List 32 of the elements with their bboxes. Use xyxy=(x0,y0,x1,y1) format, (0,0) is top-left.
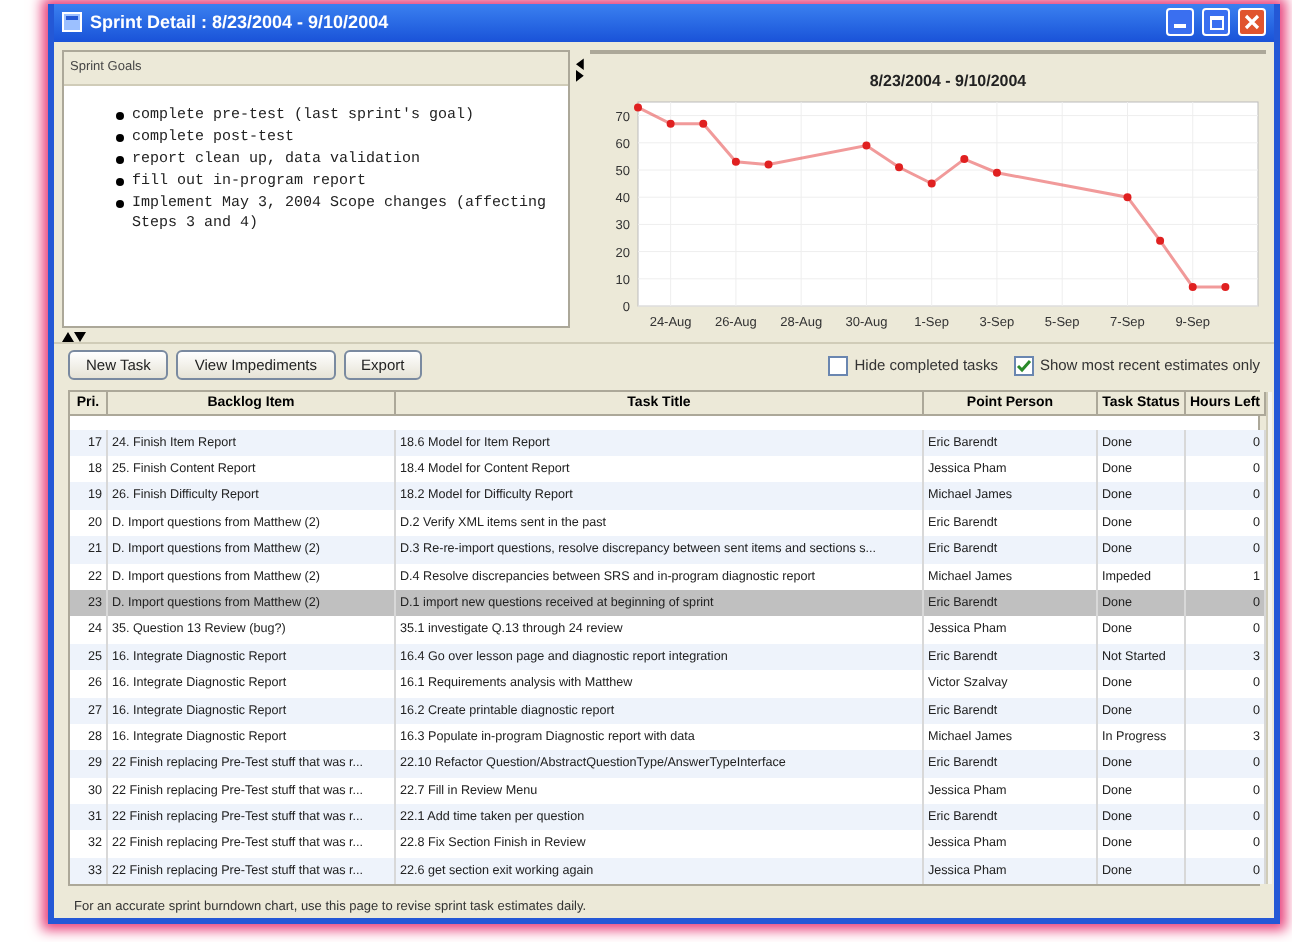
checkmark-icon xyxy=(1015,357,1032,374)
chart-title: 8/23/2004 - 9/10/2004 xyxy=(869,71,1027,90)
close-button[interactable] xyxy=(1238,8,1266,37)
bullet-icon xyxy=(116,155,124,163)
splitter-arrows-icon xyxy=(62,332,86,343)
data-point xyxy=(1221,282,1230,291)
data-point xyxy=(960,154,969,163)
data-point xyxy=(1123,192,1132,201)
maximize-button[interactable] xyxy=(1202,8,1230,37)
checkbox[interactable] xyxy=(828,355,849,376)
window-title: Sprint Detail : 8/23/2004 - 9/10/2004 xyxy=(90,9,391,36)
bullet-icon xyxy=(116,111,124,119)
splitter-arrows-icon xyxy=(576,57,584,82)
data-point xyxy=(666,119,675,128)
data-point xyxy=(634,102,642,111)
data-point xyxy=(895,162,904,171)
bullet-icon xyxy=(116,199,124,207)
data-point xyxy=(1156,236,1165,245)
checkbox[interactable] xyxy=(1013,355,1034,376)
data-point xyxy=(699,119,708,128)
data-point xyxy=(927,179,936,188)
data-point xyxy=(992,168,1001,177)
close-icon xyxy=(1244,14,1260,31)
scrollbar[interactable] xyxy=(1266,392,1272,885)
data-point xyxy=(764,160,773,169)
data-point xyxy=(862,141,871,149)
window-icon xyxy=(62,12,82,33)
data-point xyxy=(1188,282,1197,291)
bullet-icon xyxy=(116,133,124,141)
minimize-button[interactable] xyxy=(1166,8,1194,37)
data-point xyxy=(731,157,740,166)
bullet-icon xyxy=(116,177,124,185)
